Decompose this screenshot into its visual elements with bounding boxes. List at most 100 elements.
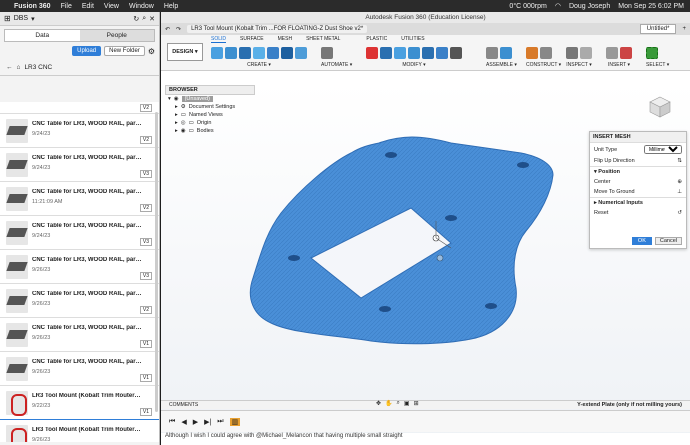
tab-data[interactable]: Data — [5, 30, 80, 41]
pattern-icon[interactable] — [295, 47, 307, 59]
offset-plane-icon[interactable] — [526, 47, 538, 59]
pan-icon[interactable]: ✋ — [385, 400, 392, 407]
redo-icon[interactable]: ↷ — [176, 26, 181, 33]
as-built-joint-icon[interactable] — [500, 47, 512, 59]
reset-icon[interactable]: ↺ — [677, 210, 682, 216]
list-item[interactable]: LR3 Tool Mount (Kobalt Trim Router) (...… — [0, 419, 159, 442]
unit-type-select[interactable]: Millimeter — [644, 145, 682, 154]
tab-untitled[interactable]: Untitled* — [639, 24, 677, 34]
list-item[interactable]: CNC Table for LR3, WOOD RAIL, para... 9/2… — [0, 148, 159, 182]
move-icon[interactable] — [450, 47, 462, 59]
ok-button[interactable]: OK — [631, 237, 652, 245]
search-icon[interactable]: ⌕ — [142, 15, 146, 23]
assemble-menu[interactable]: ASSEMBLE ▾ — [486, 62, 517, 68]
menubar-app-name[interactable]: Fusion 360 — [14, 3, 51, 10]
step-back-icon[interactable]: ◀ — [181, 418, 186, 426]
chevron-down-icon[interactable]: ▾ — [31, 15, 35, 23]
go-to-end-icon[interactable]: ⏭ — [217, 418, 223, 426]
version-badge[interactable]: V2 — [139, 136, 152, 144]
tab-mesh[interactable]: MESH — [278, 36, 292, 43]
version-badge[interactable]: V2 — [139, 104, 152, 112]
menu-window[interactable]: Window — [129, 3, 154, 10]
axis-icon[interactable] — [540, 47, 552, 59]
project-name[interactable]: LR3 CNC — [24, 64, 52, 71]
menubar-user[interactable]: Doug Joseph — [569, 3, 610, 10]
version-badge[interactable]: V1 — [139, 374, 152, 382]
timeline-feature-icon[interactable]: ▥ — [229, 417, 241, 426]
display-settings-icon[interactable]: ▣ — [404, 400, 410, 407]
go-to-start-icon[interactable]: ⏮ — [169, 418, 175, 426]
list-item[interactable]: CNC Table for LR3, WOOD RAIL, para... 9/2… — [0, 352, 159, 386]
close-icon[interactable]: ✕ — [149, 15, 155, 23]
shell-icon[interactable] — [422, 47, 434, 59]
revolve-icon[interactable] — [253, 47, 265, 59]
insert-derive-icon[interactable] — [606, 47, 618, 59]
tab-document[interactable]: LR3 Tool Mount (Kobalt Trim ...FOR FLOAT… — [187, 25, 368, 33]
version-badge[interactable]: V3 — [139, 238, 152, 246]
menu-view[interactable]: View — [104, 3, 119, 10]
new-component-icon[interactable] — [211, 47, 223, 59]
add-tab-icon[interactable]: + — [682, 26, 686, 32]
list-item[interactable]: CNC Table for LR3, WOOD RAIL, para... 9/2… — [0, 250, 159, 284]
new-folder-button[interactable]: New Folder — [104, 46, 145, 56]
undo-icon[interactable]: ↶ — [165, 26, 170, 33]
combine-icon[interactable] — [436, 47, 448, 59]
version-badge[interactable]: V1 — [139, 408, 152, 416]
chamfer-icon[interactable] — [408, 47, 420, 59]
insert-menu[interactable]: INSERT ▾ — [606, 62, 632, 68]
grid-settings-icon[interactable]: ⊞ — [414, 400, 419, 407]
workspace-switcher[interactable]: DESIGN ▾ — [167, 43, 203, 61]
orbit-icon[interactable]: ✥ — [376, 400, 381, 407]
list-item[interactable]: LR3 Tool Mount (Kobalt Trim Router) (...… — [0, 386, 159, 420]
file-list-scrollbar[interactable] — [155, 112, 158, 412]
center-icon[interactable]: ⊕ — [677, 179, 682, 185]
wifi-icon[interactable]: ◠ — [555, 2, 561, 10]
back-arrow-icon[interactable]: ← — [6, 64, 13, 71]
fillet-icon[interactable] — [394, 47, 406, 59]
list-item[interactable]: CNC Table for LR3, WOOD RAIL, para... 9/2… — [0, 318, 159, 352]
version-badge[interactable]: V2 — [139, 204, 152, 212]
numerical-inputs-section[interactable]: ▸ Numerical Inputs — [590, 197, 686, 208]
menubar-clock[interactable]: Mon Sep 25 6:02 PM — [618, 3, 684, 10]
upload-button[interactable]: Upload — [72, 46, 102, 56]
inspect-menu[interactable]: INSPECT ▾ — [566, 62, 592, 68]
team-name[interactable]: DBS — [14, 15, 28, 22]
version-badge[interactable]: V3 — [139, 170, 152, 178]
extrude-icon[interactable] — [239, 47, 251, 59]
list-item[interactable]: V2 — [0, 102, 159, 114]
delete-icon[interactable] — [366, 47, 378, 59]
ground-icon[interactable]: ⊥ — [677, 189, 682, 195]
sketch-icon[interactable] — [225, 47, 237, 59]
gear-icon[interactable]: ⚙ — [148, 47, 155, 56]
tab-plastic[interactable]: PLASTIC — [366, 36, 387, 43]
box-icon[interactable] — [281, 47, 293, 59]
home-icon[interactable]: ⌂ — [17, 64, 21, 71]
tab-surface[interactable]: SURFACE — [240, 36, 264, 43]
hole-icon[interactable] — [267, 47, 279, 59]
position-section[interactable]: ▾ Position — [590, 166, 686, 177]
create-menu[interactable]: CREATE ▾ — [211, 62, 307, 68]
list-item[interactable]: CNC Table for LR3, WOOD RAIL, para... 9/2… — [0, 284, 159, 318]
construct-menu[interactable]: CONSTRUCT ▾ — [526, 62, 561, 68]
modify-menu[interactable]: MODIFY ▾ — [366, 62, 462, 68]
insert-mesh-icon[interactable] — [620, 47, 632, 59]
3d-viewport[interactable]: BROWSER ▾ ◉ (Unsaved) ▸ ⚙ Document Setti… — [161, 83, 690, 443]
menu-edit[interactable]: Edit — [82, 3, 94, 10]
select-icon[interactable] — [646, 47, 658, 59]
press-pull-icon[interactable] — [380, 47, 392, 59]
automate-menu[interactable]: AUTOMATE ▾ — [321, 62, 352, 68]
version-badge[interactable]: V3 — [139, 272, 152, 280]
section-analysis-icon[interactable] — [580, 47, 592, 59]
weather-readout[interactable]: 0°C 000rpm — [509, 3, 546, 10]
tab-people[interactable]: People — [79, 30, 154, 41]
step-forward-icon[interactable]: ▶| — [204, 418, 211, 426]
play-icon[interactable]: ▶ — [193, 418, 198, 426]
menu-help[interactable]: Help — [164, 3, 178, 10]
automate-icon[interactable] — [321, 47, 333, 59]
joint-icon[interactable] — [486, 47, 498, 59]
list-item[interactable]: CNC Table for LR3, WOOD RAIL, para... 9/2… — [0, 114, 159, 148]
menu-file[interactable]: File — [61, 3, 72, 10]
viewcube[interactable] — [646, 91, 674, 119]
tab-solid[interactable]: SOLID — [211, 36, 227, 43]
refresh-icon[interactable]: ↻ — [133, 15, 139, 23]
